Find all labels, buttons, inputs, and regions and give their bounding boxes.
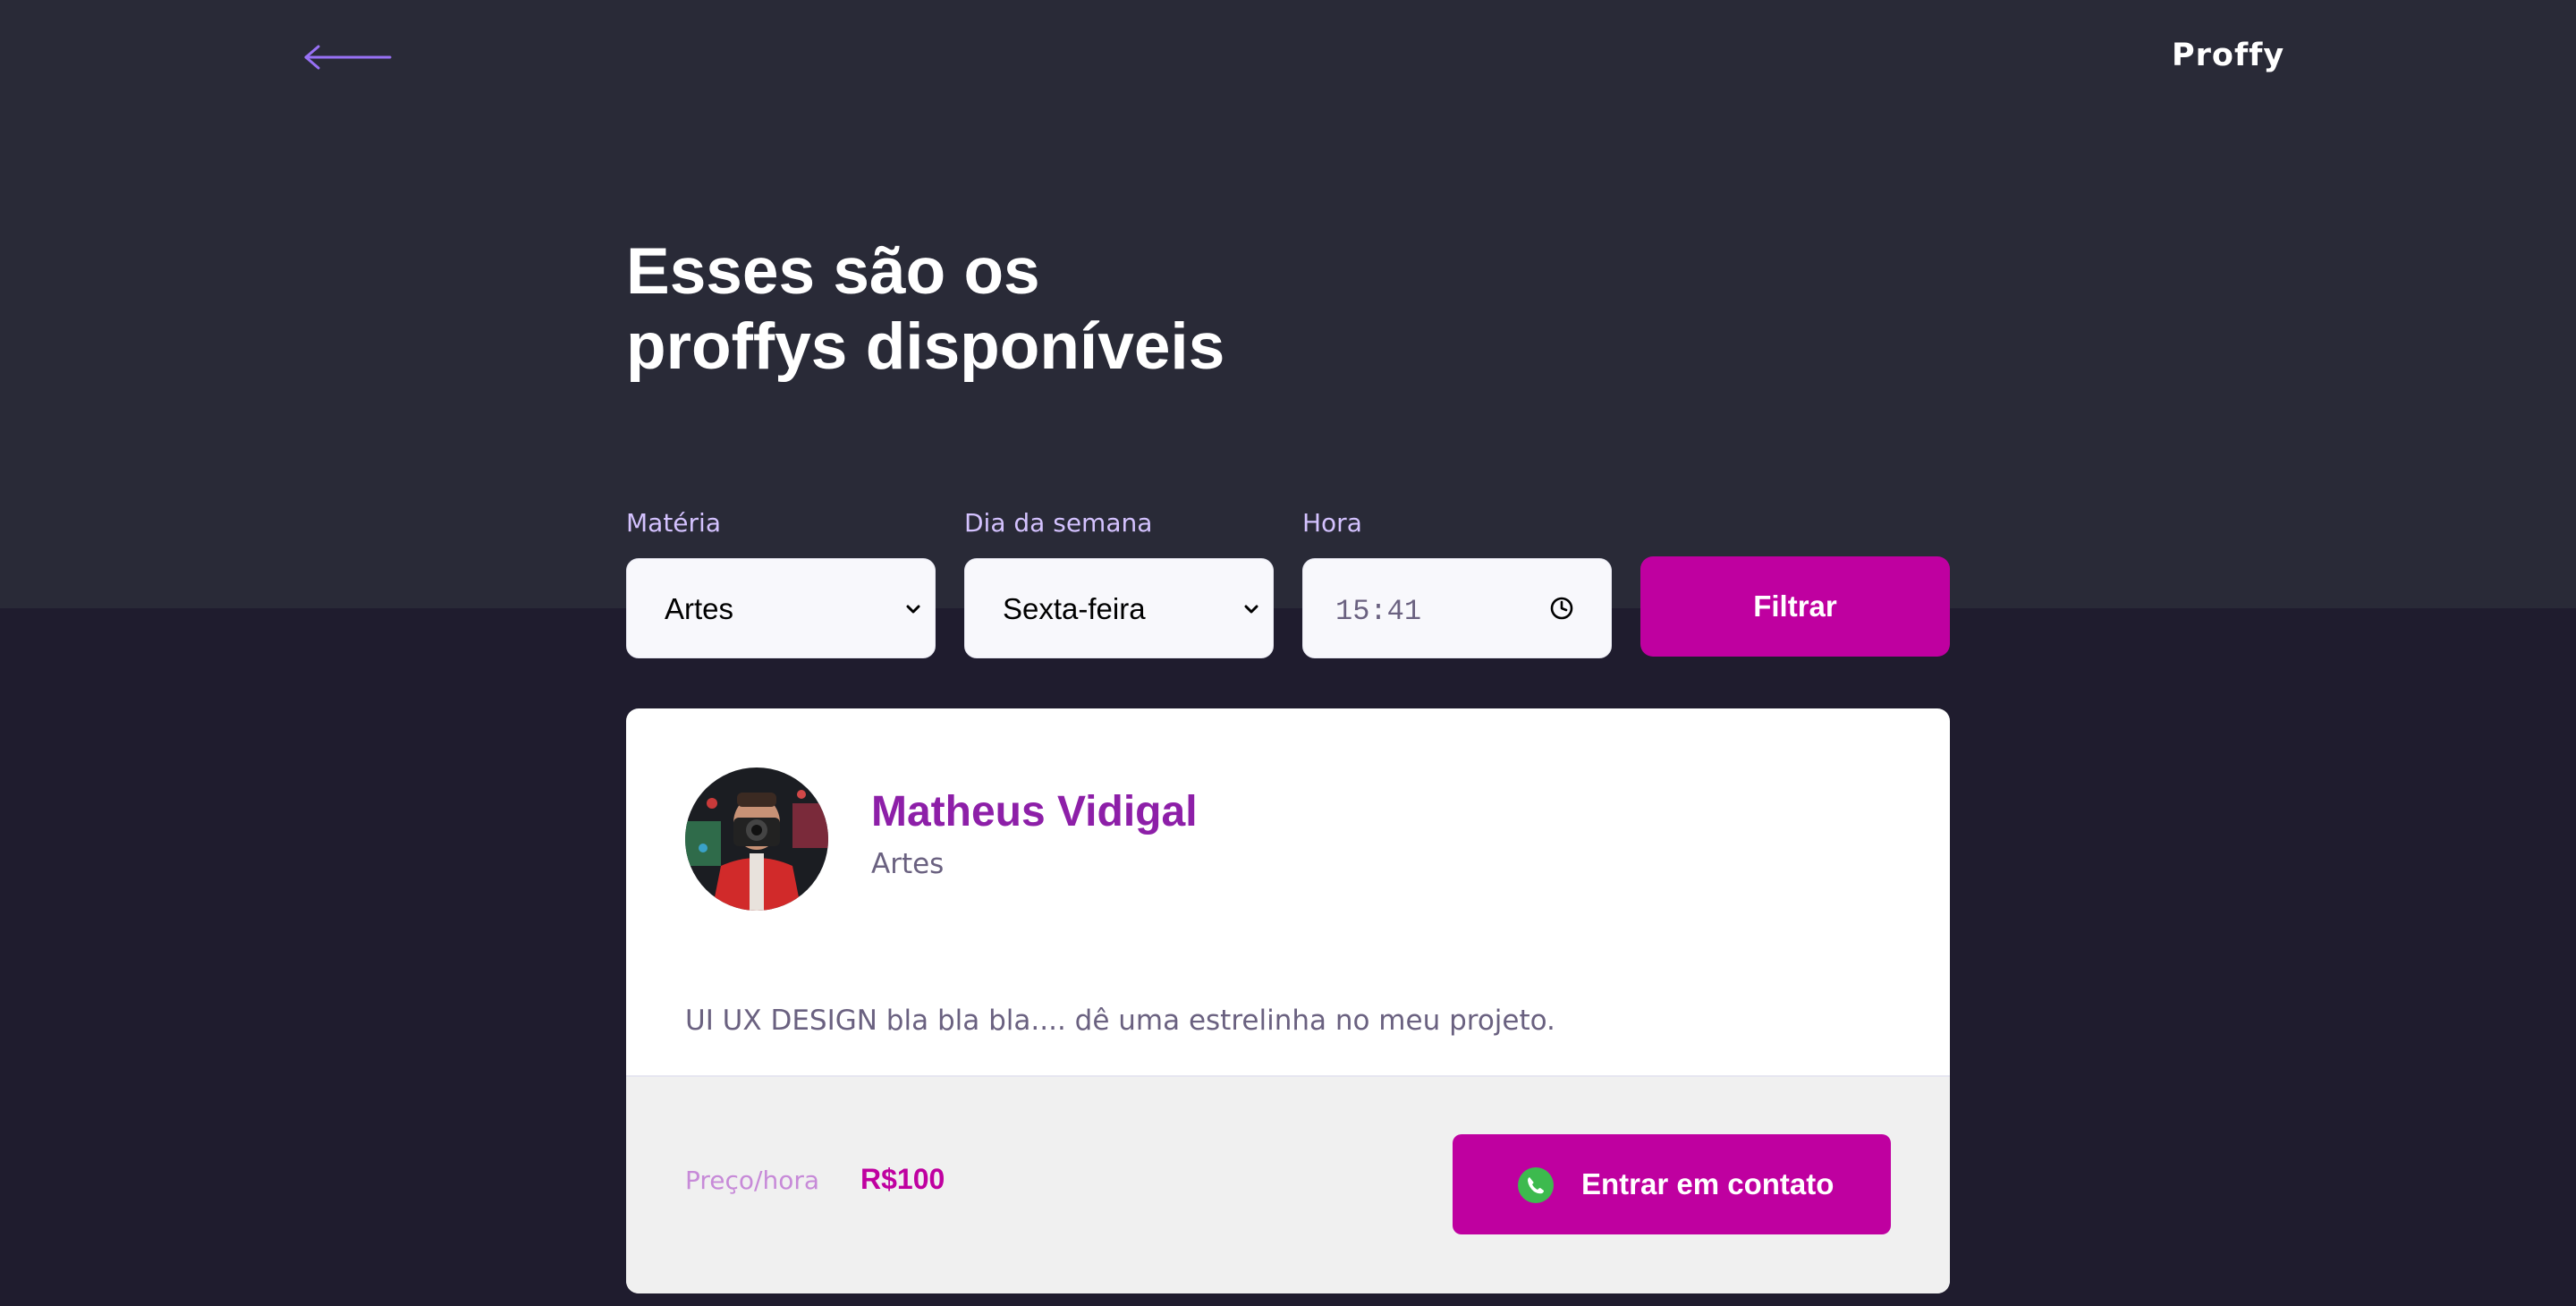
teacher-bio: UI UX DESIGN bla bla bla.... dê uma estr… — [685, 1005, 1555, 1037]
time-input[interactable]: 15:41 — [1302, 558, 1612, 658]
weekday-label: Dia da semana — [964, 508, 1153, 538]
subject-label: Matéria — [626, 508, 721, 538]
card-footer: Preço/hora R$100 Entrar em contato — [626, 1075, 1950, 1293]
search-filter-form: Matéria Artes Dia da semana Sexta-feira … — [626, 503, 1950, 660]
weekday-select[interactable]: Sexta-feira — [964, 558, 1274, 658]
weekday-filter: Dia da semana Sexta-feira — [964, 503, 1274, 658]
filter-button[interactable]: Filtrar — [1640, 556, 1950, 657]
whatsapp-icon — [1518, 1167, 1554, 1203]
avatar — [685, 767, 828, 911]
price-value: R$100 — [860, 1163, 945, 1195]
arrow-left-icon — [304, 45, 392, 70]
subject-select[interactable]: Artes — [626, 558, 936, 658]
time-filter: Hora 15:41 — [1302, 503, 1612, 658]
time-label: Hora — [1302, 508, 1362, 538]
contact-button-label: Entrar em contato — [1581, 1167, 1835, 1200]
back-button[interactable] — [301, 39, 395, 75]
chevron-down-icon — [1244, 605, 1258, 614]
weekday-select-value: Sexta-feira — [1003, 592, 1146, 625]
subject-select-value: Artes — [665, 592, 734, 625]
price-label: Preço/hora — [685, 1166, 820, 1195]
brand-logo: Proffy — [2172, 38, 2285, 73]
chevron-down-icon — [906, 605, 920, 614]
contact-button[interactable]: Entrar em contato — [1453, 1134, 1891, 1234]
teacher-name: Matheus Vidigal — [871, 788, 1198, 835]
teacher-subject: Artes — [871, 848, 945, 880]
clock-icon[interactable] — [1548, 595, 1575, 622]
page-title: Esses são os proffys disponíveis — [626, 235, 1225, 383]
time-input-value: 15:41 — [1335, 595, 1422, 628]
subject-filter: Matéria Artes — [626, 503, 936, 658]
teacher-card: Matheus Vidigal Artes UI UX DESIGN bla b… — [626, 708, 1950, 1293]
avatar-photo — [685, 767, 828, 911]
